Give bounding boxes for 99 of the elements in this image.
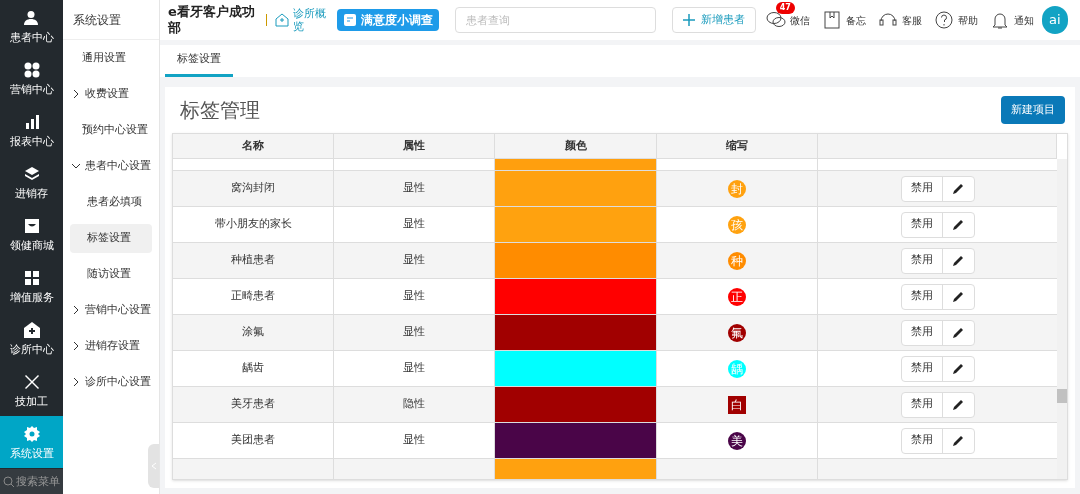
column-header: 属性 bbox=[334, 134, 495, 158]
chevron-right-icon bbox=[71, 341, 81, 351]
bar-chart-icon bbox=[23, 113, 40, 130]
chevron-right-icon bbox=[71, 377, 81, 387]
tab[interactable]: 标签设置 bbox=[165, 45, 233, 77]
menu-label: 患者中心设置 bbox=[85, 157, 151, 174]
toolbar-button[interactable]: 备忘 bbox=[821, 10, 866, 30]
table-cell: 美团患者 bbox=[173, 423, 334, 458]
chevron-right-icon bbox=[71, 305, 81, 315]
table-cell: 涂氟 bbox=[173, 315, 334, 350]
nav-item[interactable]: 增值服务 bbox=[0, 260, 63, 312]
chevron-right-icon bbox=[71, 89, 81, 99]
pencil-icon bbox=[952, 362, 964, 375]
nav-label: 增值服务 bbox=[9, 291, 54, 303]
menu-item[interactable]: 收费设置 bbox=[63, 76, 159, 112]
nav-label: 进销存 bbox=[15, 187, 48, 199]
nav-item[interactable]: 诊所中心 bbox=[0, 312, 63, 364]
column-header: 缩写 bbox=[657, 134, 818, 158]
chevron-down-icon bbox=[71, 161, 81, 171]
menu-label: 营销中心设置 bbox=[85, 301, 151, 318]
menu-label: 进销存设置 bbox=[85, 337, 140, 354]
abbreviation-tag: 龋 bbox=[728, 359, 746, 378]
search-icon bbox=[3, 476, 15, 488]
patient-search-field[interactable]: 患者查询 bbox=[455, 7, 656, 33]
pencil-icon bbox=[952, 434, 964, 447]
nav-label: 系统设置 bbox=[9, 447, 54, 459]
survey-icon bbox=[343, 13, 358, 27]
scrollbar[interactable] bbox=[1057, 159, 1067, 479]
menu-title: 系统设置 bbox=[63, 0, 159, 40]
abbreviation-tag: 孩 bbox=[728, 215, 746, 234]
menu-item[interactable]: 营销中心设置 bbox=[63, 292, 159, 328]
pencil-icon bbox=[952, 290, 964, 303]
menu-label: 收费设置 bbox=[85, 85, 129, 102]
pencil-icon bbox=[952, 218, 964, 231]
plus-icon bbox=[682, 14, 695, 26]
pencil-icon bbox=[952, 326, 964, 339]
menu-item[interactable]: 预约中心设置 bbox=[63, 112, 159, 148]
tools-icon bbox=[23, 373, 40, 390]
grid-icon bbox=[23, 269, 40, 286]
abbreviation-tag: 种 bbox=[728, 251, 746, 270]
table-cell: 正畸患者 bbox=[173, 279, 334, 314]
menu-item[interactable]: 诊所中心设置 bbox=[63, 364, 159, 400]
nav-label: 领健商城 bbox=[9, 239, 54, 251]
column-header: 名称 bbox=[173, 134, 334, 158]
chevron-left-icon bbox=[149, 462, 158, 470]
nav-label: 诊所中心 bbox=[9, 343, 54, 355]
submenu-item[interactable]: 标签设置 bbox=[70, 223, 152, 253]
nav-label: 营销中心 bbox=[9, 83, 54, 95]
collapse-handle[interactable] bbox=[148, 444, 159, 488]
pencil-icon bbox=[952, 398, 964, 411]
pencil-icon bbox=[952, 254, 964, 267]
count-badge: 47 bbox=[775, 2, 795, 14]
table-cell: 龋齿 bbox=[173, 351, 334, 386]
menu-search-field[interactable]: 搜索菜单 bbox=[0, 468, 63, 494]
menu-label: 诊所中心设置 bbox=[85, 373, 151, 390]
home-icon bbox=[275, 13, 289, 27]
layers-icon bbox=[23, 165, 40, 182]
user-icon bbox=[23, 9, 40, 26]
page-title: 标签管理 bbox=[179, 97, 260, 124]
abbreviation-tag: 封 bbox=[728, 179, 746, 198]
menu-item[interactable]: 通用设置 bbox=[63, 40, 159, 76]
clinic-icon bbox=[23, 321, 40, 338]
clover-icon bbox=[23, 61, 40, 78]
abbreviation-tag: 白 bbox=[728, 395, 746, 414]
column-header: 颜色 bbox=[495, 134, 657, 158]
table-cell: 带小朋友的家长 bbox=[173, 207, 334, 242]
nav-item[interactable]: 患者中心 bbox=[0, 0, 63, 52]
pencil-icon bbox=[952, 182, 964, 195]
nav-item[interactable]: 技加工 bbox=[0, 364, 63, 416]
nav-item[interactable]: 营销中心 bbox=[0, 52, 63, 104]
menu-label: 通用设置 bbox=[82, 49, 126, 66]
nav-item[interactable]: 报表中心 bbox=[0, 104, 63, 156]
menu-item[interactable]: 进销存设置 bbox=[63, 328, 159, 364]
nav-label: 技加工 bbox=[15, 395, 48, 407]
scroll-thumb[interactable] bbox=[1057, 389, 1067, 403]
table-cell: 窝沟封闭 bbox=[173, 171, 334, 206]
menu-item[interactable]: 患者中心设置 bbox=[63, 148, 159, 184]
submenu-item[interactable]: 随访设置 bbox=[70, 259, 152, 289]
abbreviation-tag: 氟 bbox=[728, 323, 746, 342]
clinic-name: e看牙客户成功部 bbox=[168, 4, 256, 36]
nav-label: 患者中心 bbox=[9, 31, 54, 43]
nav-item[interactable]: 进销存 bbox=[0, 156, 63, 208]
settings-icon bbox=[23, 425, 40, 442]
nav-item[interactable]: 领健商城 bbox=[0, 208, 63, 260]
menu-label: 预约中心设置 bbox=[82, 121, 148, 138]
bag-icon bbox=[23, 217, 40, 234]
toolbar-button[interactable]: 帮助 bbox=[933, 10, 978, 30]
new-item-button[interactable]: 新建项目 bbox=[1001, 96, 1065, 124]
help-icon bbox=[933, 10, 954, 30]
table-cell: 美牙患者 bbox=[173, 387, 334, 422]
book-icon bbox=[821, 10, 842, 30]
abbreviation-tag: 美 bbox=[728, 431, 746, 450]
table-cell: 种植患者 bbox=[173, 243, 334, 278]
chat-icon bbox=[765, 10, 786, 30]
toolbar-button[interactable]: 通知 bbox=[989, 10, 1034, 30]
nav-label: 报表中心 bbox=[9, 135, 54, 147]
submenu-item[interactable]: 患者必填项 bbox=[70, 187, 152, 217]
toolbar-button[interactable]: 客服 bbox=[877, 10, 922, 30]
abbreviation-tag: 正 bbox=[728, 287, 746, 306]
